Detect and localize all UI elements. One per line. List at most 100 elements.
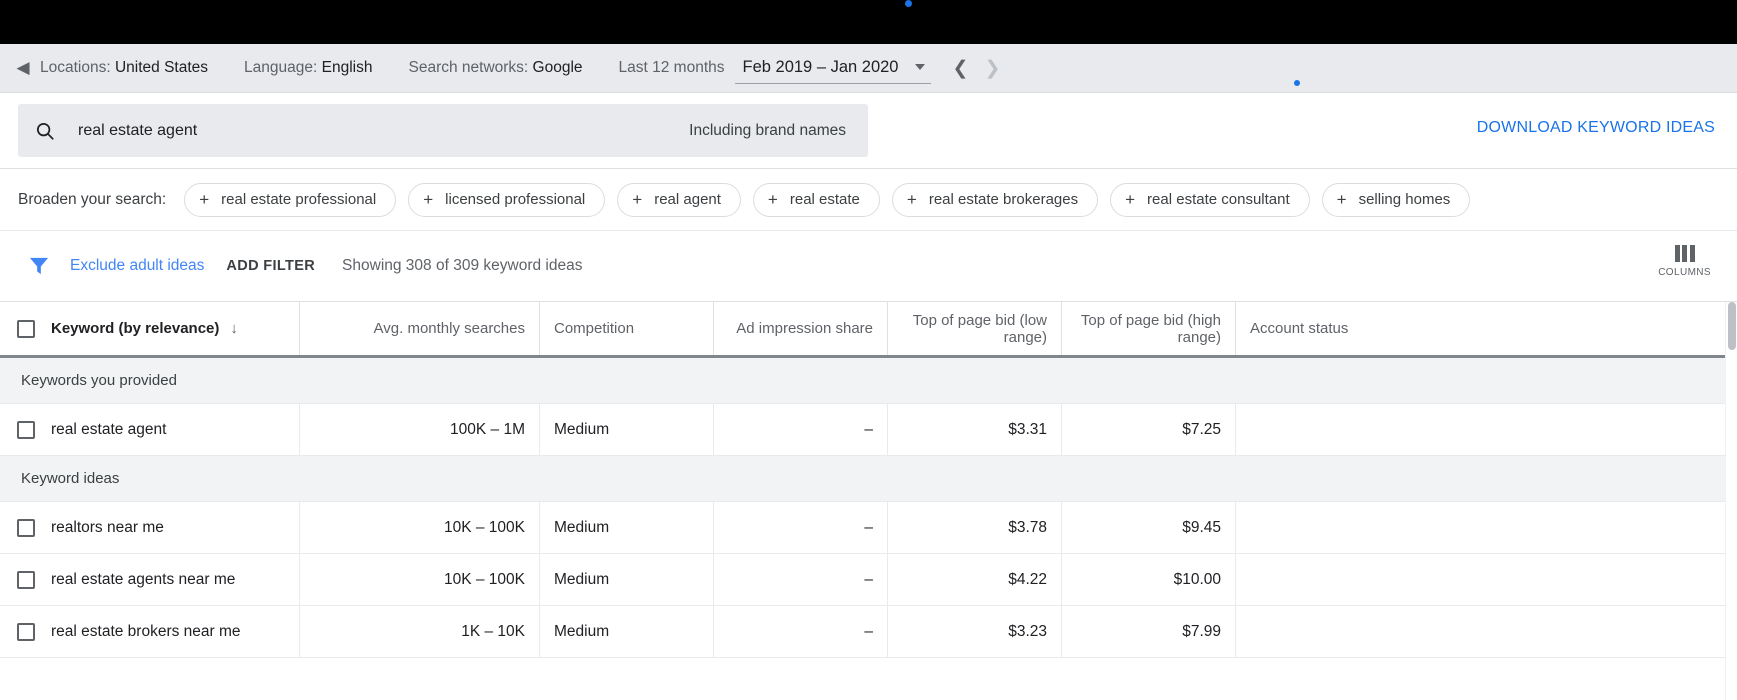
date-next-chevron-right-icon[interactable]: ❯ bbox=[984, 59, 1000, 78]
add-filter-button[interactable]: ADD FILTER bbox=[226, 258, 315, 274]
header-cell-ad-impression-share[interactable]: Ad impression share bbox=[713, 302, 887, 355]
keyword-search-value: real estate agent bbox=[78, 121, 198, 139]
cell-bid-high: $9.45 bbox=[1061, 502, 1235, 553]
select-all-checkbox[interactable] bbox=[17, 319, 35, 338]
setting-locations-value: United States bbox=[114, 59, 209, 76]
cell-ad-impression-share: – bbox=[713, 404, 887, 455]
date-prev-chevron-left-icon[interactable]: ❮ bbox=[953, 59, 969, 78]
cell-avg-monthly-searches: 100K – 1M bbox=[299, 404, 539, 455]
cell-avg-monthly-searches: 10K – 100K bbox=[299, 554, 539, 605]
cell-bid-high: $10.00 bbox=[1061, 554, 1235, 605]
plus-icon: + bbox=[423, 190, 434, 209]
chevron-down-icon bbox=[914, 64, 925, 70]
cell-keyword: realtors near me bbox=[0, 502, 299, 553]
keyword-planner-screen: ◀ Locations: United States Language: Eng… bbox=[0, 0, 1737, 700]
columns-button-label: COLUMNS bbox=[1658, 267, 1711, 278]
chip-label: real estate bbox=[789, 191, 860, 208]
plus-icon: + bbox=[199, 190, 210, 209]
including-brand-names-label[interactable]: Including brand names bbox=[689, 122, 846, 140]
cell-keyword: real estate agents near me bbox=[0, 554, 299, 605]
cell-bid-low: $3.23 bbox=[887, 606, 1061, 657]
cell-account-status bbox=[1235, 404, 1737, 455]
broaden-chip-real-agent[interactable]: + real agent bbox=[617, 182, 741, 217]
date-range-value: Feb 2019 – Jan 2020 bbox=[742, 57, 899, 76]
search-row: real estate agent Including brand names … bbox=[0, 93, 1737, 169]
cell-bid-high: $7.25 bbox=[1061, 404, 1235, 455]
chip-label: real estate consultant bbox=[1147, 191, 1290, 208]
header-cell-avg-monthly-searches[interactable]: Avg. monthly searches bbox=[299, 302, 539, 355]
setting-language-label: Language: bbox=[244, 59, 318, 76]
setting-networks-label: Search networks: bbox=[408, 59, 529, 76]
broaden-chip-real-estate[interactable]: + real estate bbox=[752, 182, 880, 217]
table-vertical-scrollbar[interactable] bbox=[1725, 302, 1737, 700]
group-header-keywords-you-provided: Keywords you provided bbox=[0, 358, 1737, 404]
keyword-search-box[interactable]: real estate agent Including brand names bbox=[18, 104, 868, 157]
cell-ad-impression-share: – bbox=[713, 606, 887, 657]
cell-ad-impression-share: – bbox=[713, 554, 887, 605]
cell-competition: Medium bbox=[539, 606, 713, 657]
row-checkbox[interactable] bbox=[17, 570, 35, 589]
header-cell-account-status[interactable]: Account status bbox=[1235, 302, 1737, 355]
columns-icon bbox=[1674, 245, 1695, 262]
header-cell-top-of-page-bid-low[interactable]: Top of page bid (low range) bbox=[887, 302, 1061, 355]
plus-icon: + bbox=[906, 190, 917, 209]
header-label-keyword: Keyword (by relevance) bbox=[51, 320, 220, 337]
filter-bar: Exclude adult ideas ADD FILTER Showing 3… bbox=[0, 231, 1737, 302]
setting-search-networks[interactable]: Search networks: Google bbox=[408, 59, 582, 77]
group-header-keyword-ideas: Keyword ideas bbox=[0, 456, 1737, 502]
keyword-text: real estate agents near me bbox=[51, 570, 236, 588]
broaden-chip-real-estate-professional[interactable]: + real estate professional bbox=[184, 182, 397, 217]
row-checkbox[interactable] bbox=[17, 622, 35, 641]
broaden-your-search-row: Broaden your search: + real estate profe… bbox=[0, 169, 1737, 231]
broaden-chip-real-estate-consultant[interactable]: + real estate consultant bbox=[1110, 182, 1310, 217]
header-cell-competition[interactable]: Competition bbox=[539, 302, 713, 355]
date-range-label: Last 12 months bbox=[618, 59, 725, 76]
plus-icon: + bbox=[767, 190, 778, 209]
header-cell-top-of-page-bid-high[interactable]: Top of page bid (high range) bbox=[1061, 302, 1235, 355]
search-icon bbox=[36, 122, 54, 140]
columns-button[interactable]: COLUMNS bbox=[1658, 245, 1711, 278]
row-checkbox[interactable] bbox=[17, 518, 35, 537]
date-range-select[interactable]: Feb 2019 – Jan 2020 bbox=[734, 53, 931, 84]
cursor-dot-secondary bbox=[1294, 80, 1300, 86]
broaden-chip-real-estate-brokerages[interactable]: + real estate brokerages bbox=[891, 182, 1099, 217]
filter-icon[interactable] bbox=[28, 256, 50, 276]
cell-avg-monthly-searches: 10K – 100K bbox=[299, 502, 539, 553]
broaden-chip-selling-homes[interactable]: + selling homes bbox=[1321, 182, 1471, 217]
table-row[interactable]: real estate agent 100K – 1M Medium – $3.… bbox=[0, 404, 1737, 456]
cell-keyword: real estate brokers near me bbox=[0, 606, 299, 657]
showing-count-label: Showing 308 of 309 keyword ideas bbox=[342, 257, 583, 274]
browser-chrome-strip bbox=[0, 0, 1737, 44]
chip-label: real estate brokerages bbox=[928, 191, 1079, 208]
table-row[interactable]: real estate brokers near me 1K – 10K Med… bbox=[0, 606, 1737, 658]
setting-language-value: English bbox=[321, 59, 373, 76]
broaden-chip-licensed-professional[interactable]: + licensed professional bbox=[408, 182, 606, 217]
download-keyword-ideas-button[interactable]: DOWNLOAD KEYWORD IDEAS bbox=[1477, 119, 1715, 137]
cell-competition: Medium bbox=[539, 502, 713, 553]
plus-icon: + bbox=[1336, 190, 1347, 209]
back-chevron-left-icon[interactable]: ◀ bbox=[0, 58, 40, 78]
scrollbar-thumb[interactable] bbox=[1728, 302, 1736, 350]
exclude-adult-ideas-link[interactable]: Exclude adult ideas bbox=[70, 257, 204, 275]
sort-descending-icon[interactable]: ↓ bbox=[230, 321, 238, 336]
table-header-row: Keyword (by relevance) ↓ Avg. monthly se… bbox=[0, 302, 1737, 358]
chip-label: licensed professional bbox=[445, 191, 586, 208]
setting-locations-label: Locations: bbox=[40, 59, 111, 76]
date-range-group: Last 12 months Feb 2019 – Jan 2020 ❮ ❯ bbox=[618, 53, 1000, 84]
cell-account-status bbox=[1235, 606, 1737, 657]
cell-bid-low: $4.22 bbox=[887, 554, 1061, 605]
setting-networks-value: Google bbox=[532, 59, 583, 76]
keyword-ideas-table: Keyword (by relevance) ↓ Avg. monthly se… bbox=[0, 302, 1737, 658]
setting-locations[interactable]: Locations: United States bbox=[40, 59, 208, 77]
row-checkbox[interactable] bbox=[17, 420, 35, 439]
cell-bid-low: $3.31 bbox=[887, 404, 1061, 455]
plus-icon: + bbox=[632, 190, 643, 209]
setting-language[interactable]: Language: English bbox=[244, 59, 372, 77]
table-row[interactable]: realtors near me 10K – 100K Medium – $3.… bbox=[0, 502, 1737, 554]
cell-competition: Medium bbox=[539, 554, 713, 605]
cell-competition: Medium bbox=[539, 404, 713, 455]
table-row[interactable]: real estate agents near me 10K – 100K Me… bbox=[0, 554, 1737, 606]
cell-bid-high: $7.99 bbox=[1061, 606, 1235, 657]
header-cell-keyword[interactable]: Keyword (by relevance) ↓ bbox=[0, 302, 299, 355]
plus-icon: + bbox=[1125, 190, 1136, 209]
